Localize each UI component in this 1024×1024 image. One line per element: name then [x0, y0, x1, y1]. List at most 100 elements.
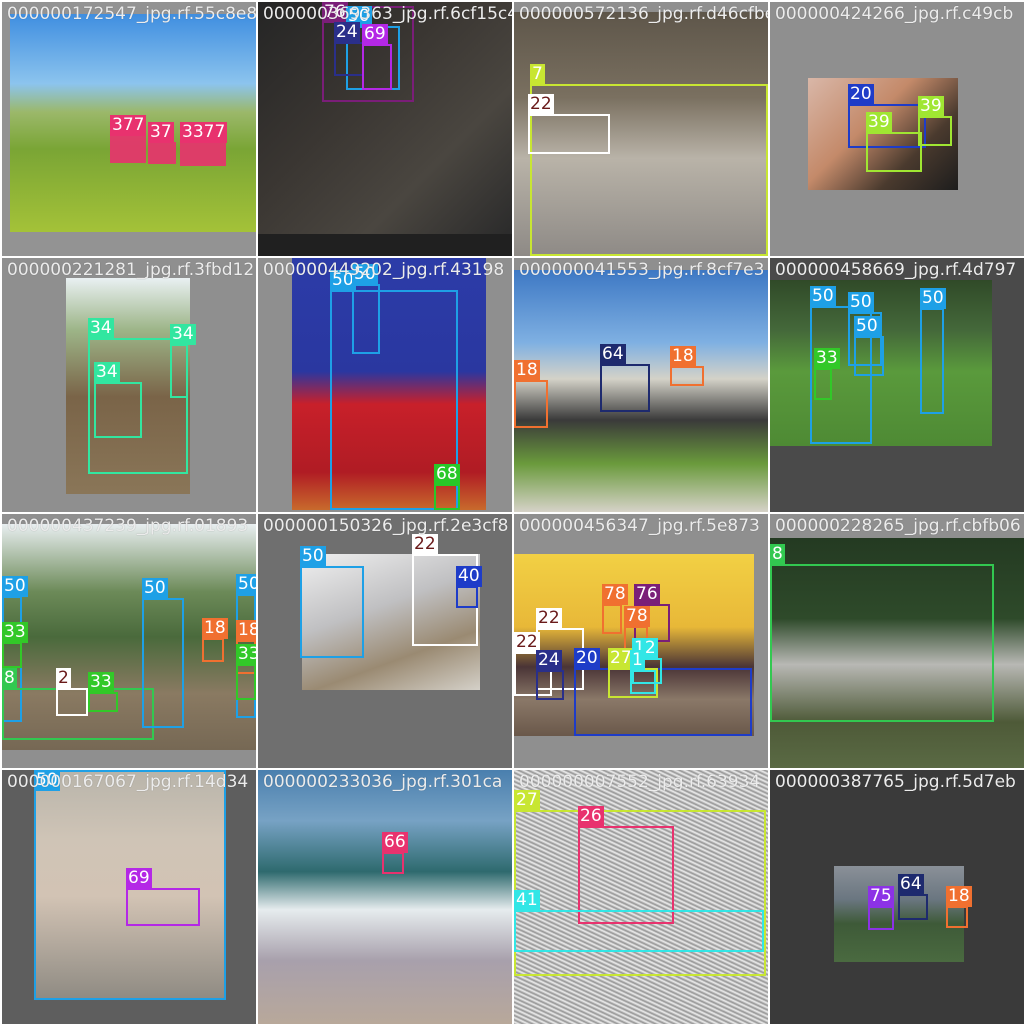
mosaic-tile: 8 000000228265_jpg.rf.cbfb06	[770, 514, 1024, 768]
tile-filename: 000000449202_jpg.rf.43198	[263, 260, 505, 280]
bounding-box	[180, 142, 226, 166]
bounding-box	[946, 906, 968, 928]
mosaic-tile: 34 34 34 000000221281_jpg.rf.3fbd12	[2, 258, 256, 512]
bbox-class-label: 22	[536, 608, 562, 629]
bounding-box	[528, 114, 610, 154]
bounding-box	[434, 484, 460, 510]
bounding-box	[334, 42, 364, 76]
tile-filename: 000000041553_jpg.rf.8cf7e3	[519, 260, 765, 280]
tile-photo	[258, 770, 512, 1024]
bbox-class-label: 64	[600, 344, 626, 365]
bounding-box	[456, 586, 478, 608]
bounding-box	[236, 664, 256, 700]
bounding-box	[866, 132, 922, 172]
bounding-box	[868, 906, 894, 930]
bbox-class-label: 40	[456, 566, 482, 587]
bbox-class-label: 22	[528, 94, 554, 115]
bbox-class-label: 39	[918, 96, 944, 117]
bbox-class-label: 50	[142, 578, 168, 599]
tile-filename: 000000369363_jpg.rf.6cf15c4c	[263, 4, 512, 24]
bounding-box	[536, 670, 564, 700]
bounding-box	[148, 142, 176, 164]
bounding-box	[88, 692, 118, 712]
bounding-box	[770, 564, 994, 722]
bounding-box	[2, 642, 22, 668]
bbox-class-label: 24	[334, 22, 360, 43]
bbox-class-label: 33	[236, 644, 256, 665]
bbox-class-label: 33	[814, 348, 840, 369]
mosaic-tile: 37737 3377 000000172547_jpg.rf.55c8e896800…	[2, 2, 256, 256]
bbox-class-label: 69	[126, 868, 152, 889]
mosaic-tile: 66 000000233036_jpg.rf.301ca	[258, 770, 512, 1024]
bbox-class-label: 22	[412, 534, 438, 555]
tile-filename: 000000228265_jpg.rf.cbfb06	[775, 516, 1021, 536]
bbox-class-label: 41	[514, 890, 540, 911]
tile-filename: 000000221281_jpg.rf.3fbd12	[7, 260, 255, 280]
bbox-class-label: 2	[56, 668, 71, 689]
bbox-class-label: 18	[236, 620, 256, 641]
bbox-class-label: 8	[770, 544, 785, 565]
bbox-class-label: 68	[434, 464, 460, 485]
bbox-class-label: 34	[94, 362, 120, 383]
tile-filename: 000000172547_jpg.rf.55c8e8968006b5796c9	[7, 4, 256, 24]
mosaic-tile: 18 64 18 000000041553_jpg.rf.8cf7e3	[514, 258, 768, 512]
bbox-class-label: 33	[2, 622, 28, 643]
bounding-box	[574, 668, 752, 736]
bounding-box	[530, 84, 768, 256]
mosaic-tile: 50 22 40 000000150326_jpg.rf.2e3cf8	[258, 514, 512, 768]
bbox-class-label: 69	[362, 24, 388, 45]
bbox-class-label: 7	[530, 64, 545, 85]
bounding-box	[352, 284, 380, 354]
bounding-box	[126, 888, 200, 926]
tile-filename: 000000007552_jpg.rf.63934	[519, 772, 761, 792]
bounding-box	[920, 308, 944, 414]
bbox-class-label: 50	[300, 546, 326, 567]
bbox-class-label: 27	[514, 790, 540, 811]
tile-filename: 000000387765_jpg.rf.5d7eb	[775, 772, 1016, 792]
bounding-box	[362, 44, 392, 90]
bbox-class-label: 24	[536, 650, 562, 671]
bounding-box	[94, 382, 142, 438]
mosaic-tile: 78 76 78 22 22 24 20 27 12 1 000000456347_jpg.rf.5…	[514, 514, 768, 768]
bounding-box	[170, 344, 188, 398]
bbox-class-label: 76	[634, 584, 660, 605]
bbox-class-label: 18	[202, 618, 228, 639]
mosaic-tile: 50 33 8 2 33 50 18 50 18 33 000000437239_jpg.rf.01…	[2, 514, 256, 768]
bbox-class-label: 66	[382, 832, 408, 853]
bbox-class-label: 34	[170, 324, 196, 345]
bbox-class-label: 50	[848, 292, 874, 313]
bounding-box	[814, 368, 832, 400]
bbox-class-label: 18	[670, 346, 696, 367]
bounding-box	[602, 604, 622, 634]
bbox-class-label: 75	[868, 886, 894, 907]
bbox-class-label: 50	[2, 576, 28, 597]
bbox-class-label: 50	[810, 286, 836, 307]
tile-filename: 000000572136_jpg.rf.d46cfbe	[519, 4, 768, 24]
bounding-box	[382, 852, 404, 874]
bbox-class-label: 50	[854, 316, 880, 337]
tile-filename: 000000424266_jpg.rf.c49cb	[775, 4, 1014, 24]
mosaic-tile: 20 39 39 000000424266_jpg.rf.c49cb	[770, 2, 1024, 256]
bbox-class-label: 20	[848, 84, 874, 105]
bbox-class-label: 8	[2, 668, 17, 689]
tile-filename: 000000233036_jpg.rf.301ca	[263, 772, 503, 792]
tile-filename: 000000456347_jpg.rf.5e873	[519, 516, 760, 536]
bbox-class-label: 33	[88, 672, 114, 693]
bounding-box	[918, 116, 952, 146]
mosaic-tile: 50 50 50 50 33 000000458669_jpg.rf.4d797	[770, 258, 1024, 512]
bounding-box	[514, 380, 548, 428]
bbox-class-label: 18	[514, 360, 540, 381]
bounding-box	[110, 135, 146, 163]
bbox-class-label: 78	[602, 584, 628, 605]
tile-filename: 000000437239_jpg.rf.01893	[7, 516, 249, 536]
bbox-class-label: 18	[946, 886, 972, 907]
mosaic-tile: 7 22 000000572136_jpg.rf.d46cfbe	[514, 2, 768, 256]
bounding-box	[600, 364, 650, 412]
bounding-box	[854, 336, 884, 376]
tile-filename: 000000458669_jpg.rf.4d797	[775, 260, 1017, 280]
bbox-class-label: 37	[148, 122, 174, 143]
bounding-box	[56, 688, 88, 716]
bbox-class-label: 50	[920, 288, 946, 309]
bounding-box	[898, 894, 928, 920]
mosaic-tile: 75 64 18 000000387765_jpg.rf.5d7eb	[770, 770, 1024, 1024]
